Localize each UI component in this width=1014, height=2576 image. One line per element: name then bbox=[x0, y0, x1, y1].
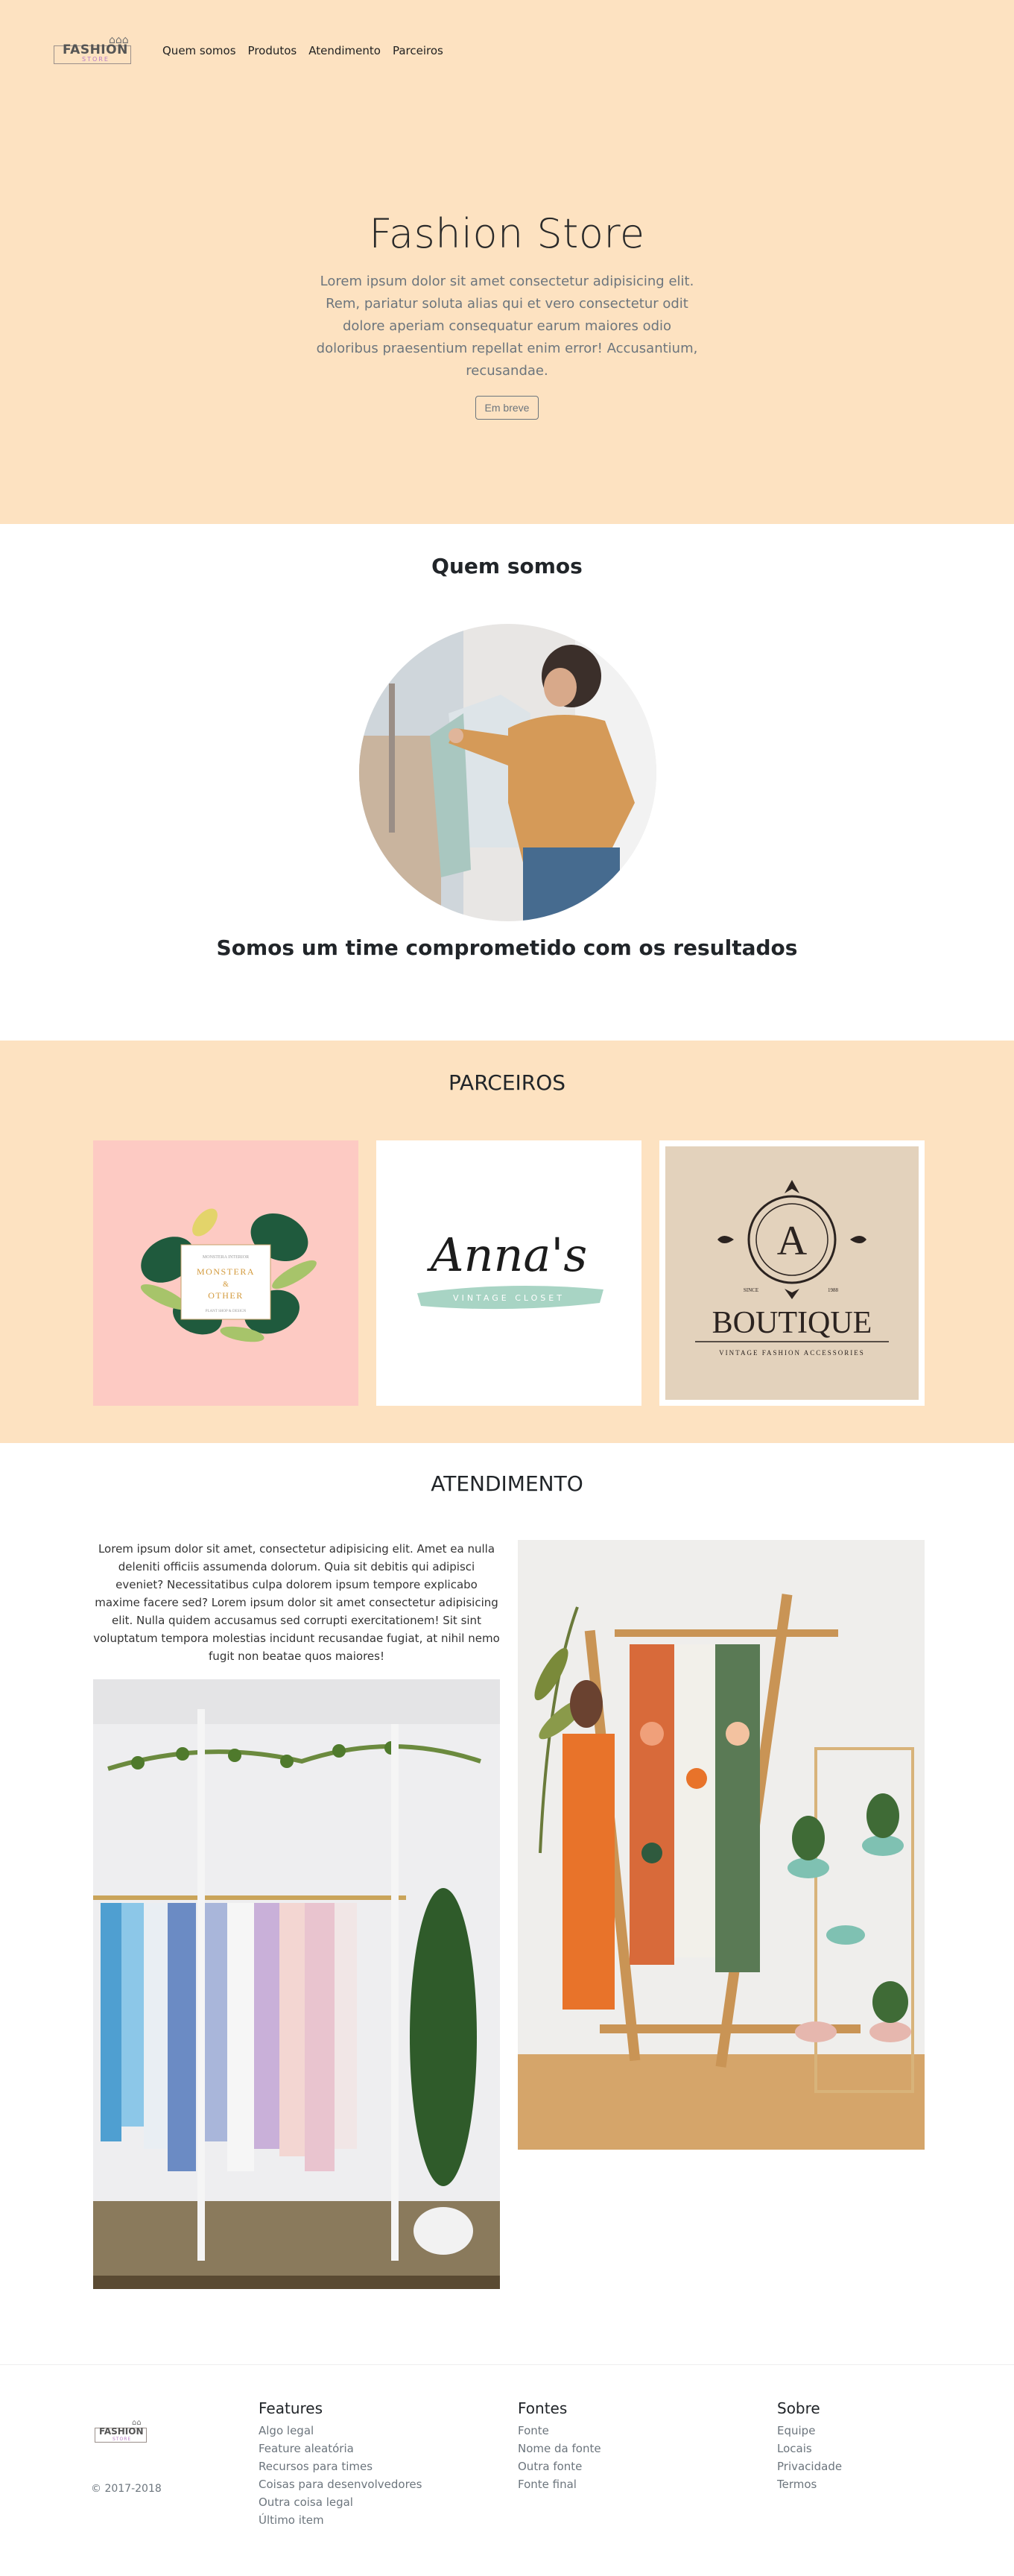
navbar: ⌂⌂⌂ FASHION STORE Quem somos Produtos At… bbox=[52, 30, 443, 72]
nav-link-parceiros[interactable]: Parceiros bbox=[393, 44, 443, 57]
nav-links: Quem somos Produtos Atendimento Parceiro… bbox=[162, 44, 443, 57]
brand-logo[interactable]: ⌂⌂⌂ FASHION STORE bbox=[52, 33, 133, 69]
footer: ⌂⌂ FASHION STORE © 2017-2018 Features Al… bbox=[0, 2364, 1014, 2576]
footer-heading-features: Features bbox=[259, 2399, 323, 2417]
boutique-year: 1988 bbox=[828, 1287, 839, 1293]
footer-link[interactable]: Outra coisa legal bbox=[259, 2493, 422, 2511]
footer-logo-word: FASHION bbox=[99, 2426, 144, 2437]
hero-content: Fashion Store Lorem ipsum dolor sit amet… bbox=[313, 210, 701, 420]
boutique-letter: A bbox=[777, 1218, 808, 1264]
boutique-sub: VINTAGE FASHION ACCESSORIES bbox=[719, 1349, 865, 1357]
about-title: Quem somos bbox=[431, 554, 583, 578]
footer-heading-fontes: Fontes bbox=[518, 2399, 568, 2417]
footer-heading-sobre: Sobre bbox=[777, 2399, 820, 2417]
monstera-line1: MONSTERA bbox=[197, 1266, 255, 1277]
annas-sub: VINTAGE CLOSET bbox=[453, 1293, 565, 1303]
footer-link[interactable]: Termos bbox=[777, 2475, 842, 2493]
boutique-since: SINCE bbox=[744, 1287, 758, 1293]
hero-section: ⌂⌂⌂ FASHION STORE Quem somos Produtos At… bbox=[0, 0, 1014, 524]
logo-word: FASHION bbox=[63, 42, 128, 57]
store-photo-dresses bbox=[518, 1540, 925, 2150]
partner-logo-boutique[interactable]: A SINCE 1988 BOUTIQUE VINTAGE FASHION AC… bbox=[659, 1140, 925, 1406]
team-photo bbox=[359, 624, 656, 921]
footer-column-sobre: Sobre Equipe Locais Privacidade Termos bbox=[777, 2399, 842, 2493]
service-section: ATENDIMENTO Lorem ipsum dolor sit amet, … bbox=[0, 1443, 1014, 2364]
nav-link-atendimento[interactable]: Atendimento bbox=[308, 44, 381, 57]
monstera-amp: & bbox=[223, 1281, 229, 1289]
nav-link-produtos[interactable]: Produtos bbox=[248, 44, 297, 57]
footer-link[interactable]: Locais bbox=[777, 2440, 842, 2457]
em-breve-button[interactable]: Em breve bbox=[475, 396, 539, 420]
store-photo-rack bbox=[93, 1679, 500, 2289]
partner-logo-annas[interactable]: Anna's VINTAGE CLOSET bbox=[376, 1140, 641, 1406]
footer-link[interactable]: Outra fonte bbox=[518, 2457, 601, 2475]
footer-link[interactable]: Algo legal bbox=[259, 2422, 422, 2440]
boutique-card: A SINCE 1988 BOUTIQUE VINTAGE FASHION AC… bbox=[665, 1146, 919, 1400]
monstera-top-text: MONSTERA INTERIOR bbox=[203, 1255, 249, 1260]
partner-logo-monstera[interactable]: MONSTERA INTERIOR MONSTERA & OTHER PLANT… bbox=[93, 1140, 358, 1406]
boutique-name: BOUTIQUE bbox=[712, 1306, 872, 1340]
hero-description: Lorem ipsum dolor sit amet consectetur a… bbox=[316, 274, 698, 379]
footer-link[interactable]: Nome da fonte bbox=[518, 2440, 601, 2457]
footer-link[interactable]: Fonte bbox=[518, 2422, 601, 2440]
footer-logo[interactable]: ⌂⌂ FASHION STORE bbox=[93, 2419, 150, 2449]
partners-section: PARCEIROS MONSTERA INTERIOR MONSTERA & O… bbox=[0, 1041, 1014, 1443]
service-title: ATENDIMENTO bbox=[431, 1471, 583, 1496]
partners-title: PARCEIROS bbox=[448, 1070, 566, 1095]
footer-link[interactable]: Equipe bbox=[777, 2422, 842, 2440]
monstera-bottom-text: PLANT SHOP & DESIGN bbox=[206, 1310, 247, 1313]
footer-logo-subword: STORE bbox=[113, 2437, 132, 2442]
hero-title: Fashion Store bbox=[369, 210, 645, 257]
copyright: © 2017-2018 bbox=[91, 2483, 162, 2495]
footer-link[interactable]: Coisas para desenvolvedores bbox=[259, 2475, 422, 2493]
footer-link[interactable]: Fonte final bbox=[518, 2475, 601, 2493]
footer-link[interactable]: Feature aleatória bbox=[259, 2440, 422, 2457]
nav-link-quem-somos[interactable]: Quem somos bbox=[162, 44, 236, 57]
logo-subword: STORE bbox=[82, 56, 110, 63]
footer-link[interactable]: Recursos para times bbox=[259, 2457, 422, 2475]
about-tagline: Somos um time comprometido com os result… bbox=[216, 935, 798, 960]
annas-name: Anna's bbox=[427, 1228, 587, 1282]
about-section: Quem somos Somos um time comprometido co… bbox=[0, 524, 1014, 1041]
monstera-line2: OTHER bbox=[208, 1290, 244, 1301]
footer-column-fontes: Fontes Fonte Nome da fonte Outra fonte F… bbox=[518, 2399, 601, 2493]
footer-link[interactable]: Privacidade bbox=[777, 2457, 842, 2475]
footer-link[interactable]: Último item bbox=[259, 2511, 422, 2529]
service-description: Lorem ipsum dolor sit amet, consectetur … bbox=[93, 1542, 500, 1663]
footer-column-features: Features Algo legal Feature aleatória Re… bbox=[259, 2399, 422, 2529]
